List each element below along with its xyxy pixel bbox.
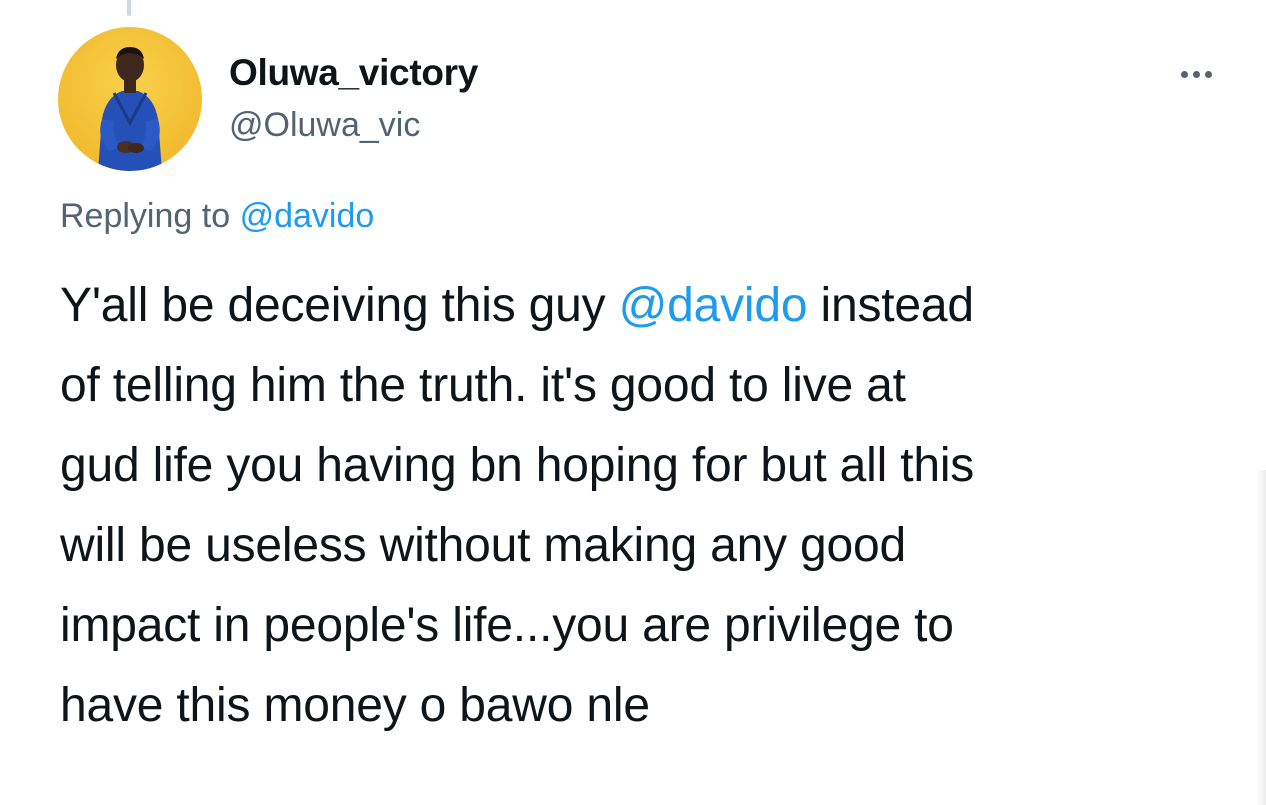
reply-context-prefix: Replying to <box>60 197 231 235</box>
tweet-text-line: will be useless without making any good <box>60 519 907 572</box>
tweet-text-line: have this money o bawo nle <box>60 679 650 732</box>
tweet-text: Y'all be deceiving this guy @davido inst… <box>60 266 1230 746</box>
thread-connector-line <box>127 0 131 16</box>
avatar[interactable] <box>58 27 202 171</box>
reply-context: Replying to @davido <box>60 197 374 236</box>
tweet-text-segment: Y'all be deceiving this guy <box>60 279 619 332</box>
tweet-text-line: impact in people's life...you are privil… <box>60 599 954 652</box>
more-horizontal-icon-dot <box>1192 70 1200 78</box>
tweet-text-line: gud life you having bn hoping for but al… <box>60 439 975 492</box>
tweet-text-segment: instead <box>807 279 974 332</box>
tweet-text-line: Y'all be deceiving this guy @davido inst… <box>60 266 1230 346</box>
profile-photo-icon <box>58 27 202 171</box>
more-options-button[interactable] <box>1168 60 1224 88</box>
author-handle[interactable]: @Oluwa_vic <box>229 106 420 145</box>
more-horizontal-icon <box>1180 70 1188 78</box>
tweet-mention-link[interactable]: @davido <box>619 279 808 332</box>
author-display-name[interactable]: Oluwa_victory <box>229 52 478 94</box>
tweet-text-line: of telling him the truth. it's good to l… <box>60 359 906 412</box>
page-edge-shadow <box>1256 470 1266 805</box>
reply-context-mention-link[interactable]: @davido <box>240 197 375 235</box>
more-horizontal-icon-dot <box>1204 70 1212 78</box>
